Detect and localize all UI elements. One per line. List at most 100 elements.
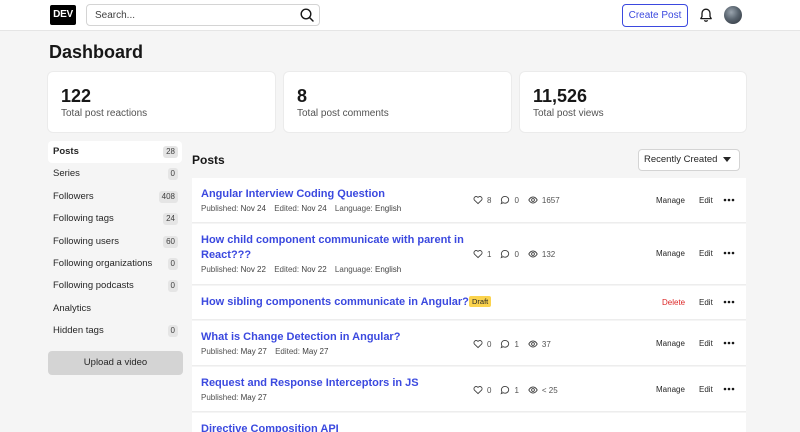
edit-link[interactable]: Edit <box>699 339 713 348</box>
comments-count: 1 <box>514 385 519 395</box>
reactions-count: 0 <box>487 339 492 349</box>
eye-icon <box>528 196 538 204</box>
post-title-link[interactable]: How sibling components communicate in An… <box>201 295 476 310</box>
stat-label: Total post comments <box>297 108 389 119</box>
stat-card-comments: 8 Total post comments <box>284 72 511 132</box>
heart-icon <box>473 250 483 259</box>
upload-video-button[interactable]: Upload a video <box>48 351 183 375</box>
post-row: Angular Interview Coding Question Publis… <box>192 178 746 223</box>
count-badge: 24 <box>163 213 178 226</box>
eye-icon <box>528 340 538 348</box>
views-count: < 25 <box>541 385 558 395</box>
sort-select[interactable]: Recently Created <box>638 149 740 171</box>
bell-icon[interactable] <box>698 7 714 23</box>
search-box <box>86 4 320 26</box>
post-title-link[interactable]: What is Change Detection in Angular? <box>201 330 400 345</box>
comment-icon <box>500 195 510 205</box>
sidebar-item-label: Following tags <box>53 213 114 225</box>
eye-icon <box>528 386 538 394</box>
views-count: 1657 <box>541 195 560 205</box>
sidebar-item-label: Following organizations <box>53 257 153 269</box>
post-stats: 8 0 1657 <box>473 195 569 205</box>
count-badge: 28 <box>163 146 178 158</box>
post-meta: Published: Nov 24 Edited: Nov 24 Languag… <box>201 204 402 213</box>
sidebar-item-label: Hidden tags <box>53 325 104 337</box>
comments-count: 0 <box>514 249 519 259</box>
sidebar-item-label: Series <box>53 168 80 180</box>
manage-link[interactable]: Manage <box>656 339 685 348</box>
edit-link[interactable]: Edit <box>699 298 713 307</box>
comments-count: 0 <box>514 195 519 205</box>
more-options-icon[interactable] <box>723 198 735 202</box>
page-title: Dashboard <box>49 42 144 62</box>
manage-link[interactable]: Manage <box>656 196 685 205</box>
user-avatar[interactable] <box>724 6 742 24</box>
sidebar-item-posts[interactable]: Posts 28 <box>48 141 182 164</box>
create-post-button[interactable]: Create Post <box>622 4 688 27</box>
more-options-icon[interactable] <box>723 341 735 345</box>
post-row: What is Change Detection in Angular? Pub… <box>192 321 746 366</box>
search-input[interactable] <box>87 5 287 26</box>
heart-icon <box>473 196 483 205</box>
stat-label: Total post views <box>533 108 604 119</box>
sidebar-item-label: Posts <box>53 146 79 157</box>
count-badge: 0 <box>167 257 178 270</box>
more-options-icon[interactable] <box>723 300 735 304</box>
count-badge: 60 <box>163 235 178 248</box>
sort-selected-value: Recently Created <box>644 154 718 165</box>
count-badge: 0 <box>167 325 178 338</box>
stat-value: 8 <box>297 86 308 106</box>
comment-icon <box>500 385 510 395</box>
post-title-link[interactable]: Directive Composition API <box>201 422 339 432</box>
post-title-link[interactable]: How child component communicate with par… <box>201 233 471 263</box>
sidebar-item-label: Following users <box>53 235 119 247</box>
reactions-count: 0 <box>487 385 492 395</box>
count-badge: 0 <box>167 280 178 293</box>
top-header: DEV Create Post <box>0 0 800 31</box>
eye-icon <box>528 250 538 258</box>
sidebar-item-following-users[interactable]: Following users 60 <box>48 231 182 253</box>
more-options-icon[interactable] <box>723 251 735 255</box>
stat-value: 11,526 <box>533 86 588 106</box>
post-meta: Published: May 27 Edited: May 27 <box>201 347 329 356</box>
post-title-link[interactable]: Request and Response Interceptors in JS <box>201 376 419 391</box>
search-icon[interactable] <box>299 7 315 23</box>
sidebar-item-following-organizations[interactable]: Following organizations 0 <box>48 253 182 275</box>
stat-card-reactions: 122 Total post reactions <box>48 72 275 132</box>
posts-heading: Posts <box>192 153 225 167</box>
stat-label: Total post reactions <box>61 108 148 119</box>
stat-card-views: 11,526 Total post views <box>520 72 746 132</box>
sidebar-item-followers[interactable]: Followers 408 <box>48 186 182 208</box>
comment-icon <box>500 339 510 349</box>
more-options-icon[interactable] <box>723 387 735 391</box>
edit-link[interactable]: Edit <box>699 249 713 258</box>
sidebar-item-series[interactable]: Series 0 <box>48 163 182 185</box>
edit-link[interactable]: Edit <box>699 196 713 205</box>
sidebar-item-following-tags[interactable]: Following tags 24 <box>48 208 182 230</box>
manage-link[interactable]: Manage <box>656 385 685 394</box>
comment-icon <box>500 249 510 259</box>
comments-count: 1 <box>514 339 519 349</box>
edit-link[interactable]: Edit <box>699 385 713 394</box>
caret-down-icon <box>723 157 731 162</box>
manage-link[interactable]: Manage <box>656 249 685 258</box>
count-badge: 0 <box>167 168 178 181</box>
views-count: 132 <box>541 249 556 259</box>
post-row: Request and Response Interceptors in JS … <box>192 367 746 412</box>
post-meta: Published: Nov 22 Edited: Nov 22 Languag… <box>201 265 402 274</box>
dev-logo[interactable]: DEV <box>50 5 76 25</box>
sidebar-item-following-podcasts[interactable]: Following podcasts 0 <box>48 275 182 297</box>
post-stats: 0 1 37 <box>473 339 560 349</box>
draft-badge: Draft <box>469 296 492 307</box>
reactions-count: 1 <box>487 249 492 259</box>
heart-icon <box>473 386 483 395</box>
views-count: 37 <box>541 339 551 349</box>
delete-link[interactable]: Delete <box>662 298 685 307</box>
sidebar-item-hidden-tags[interactable]: Hidden tags 0 <box>48 320 182 342</box>
sidebar-item-analytics[interactable]: Analytics <box>48 298 182 320</box>
post-title-link[interactable]: Angular Interview Coding Question <box>201 187 385 202</box>
post-meta: Published: May 27 <box>201 393 267 402</box>
dashboard-sidebar: Posts 28 Series 0 Followers 408 Following t… <box>48 141 182 343</box>
post-row: How sibling components communicate in An… <box>192 286 746 320</box>
post-row: How child component communicate with par… <box>192 224 746 285</box>
